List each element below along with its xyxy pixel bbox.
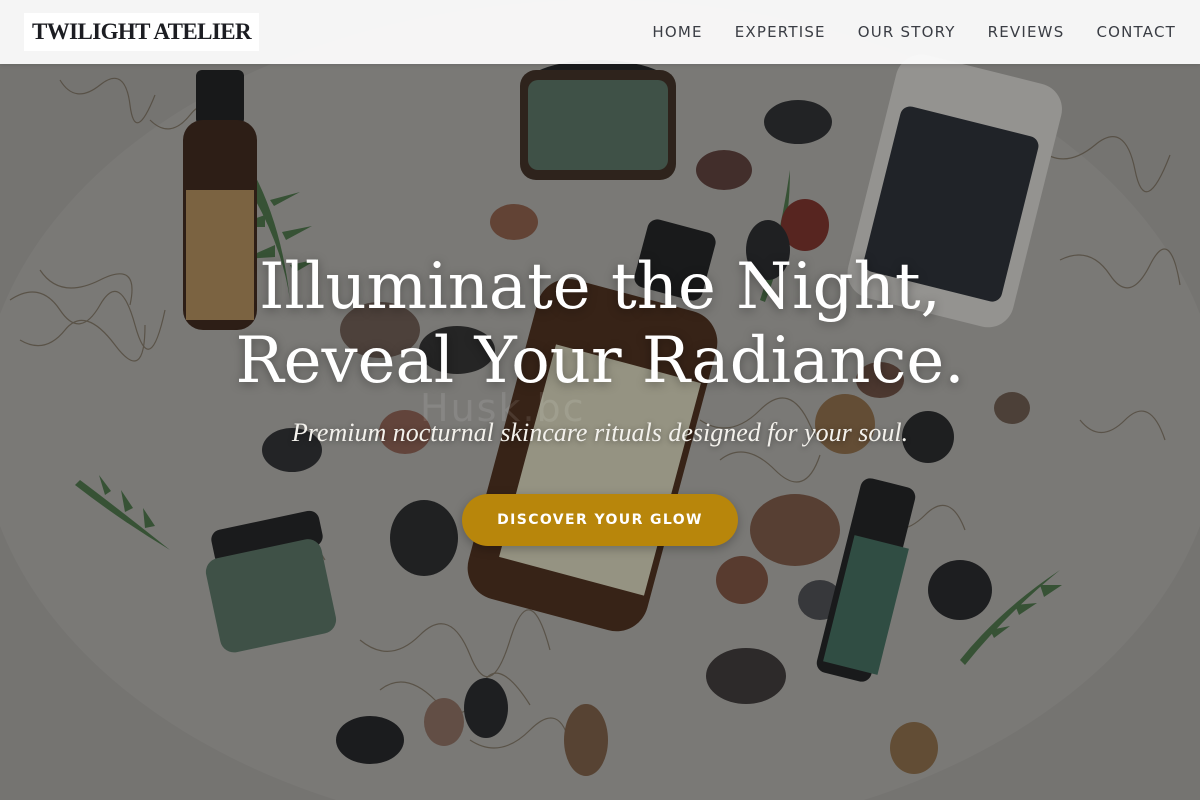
nav-link-contact[interactable]: CONTACT (1096, 23, 1176, 41)
hero-subtitle: Premium nocturnal skincare rituals desig… (291, 418, 909, 447)
hero-title-line-2: Reveal Your Radiance. (235, 324, 965, 398)
nav-link-expertise[interactable]: EXPERTISE (735, 23, 826, 41)
discover-your-glow-button[interactable]: DISCOVER YOUR GLOW (462, 494, 738, 546)
nav-link-our-story[interactable]: OUR STORY (858, 23, 956, 41)
nav-link-reviews[interactable]: REVIEWS (988, 23, 1065, 41)
hero-title-line-1: Illuminate the Night, (259, 250, 941, 324)
site-header: TWILIGHT ATELIER HOME EXPERTISE OUR STOR… (0, 0, 1200, 64)
main-nav: HOME EXPERTISE OUR STORY REVIEWS CONTACT (620, 0, 1176, 64)
hero-title: Illuminate the Night, Reveal Your Radian… (0, 250, 1200, 398)
site-logo[interactable]: TWILIGHT ATELIER (24, 13, 259, 51)
hero-content: Illuminate the Night, Reveal Your Radian… (0, 250, 1200, 448)
nav-link-home[interactable]: HOME (652, 23, 702, 41)
